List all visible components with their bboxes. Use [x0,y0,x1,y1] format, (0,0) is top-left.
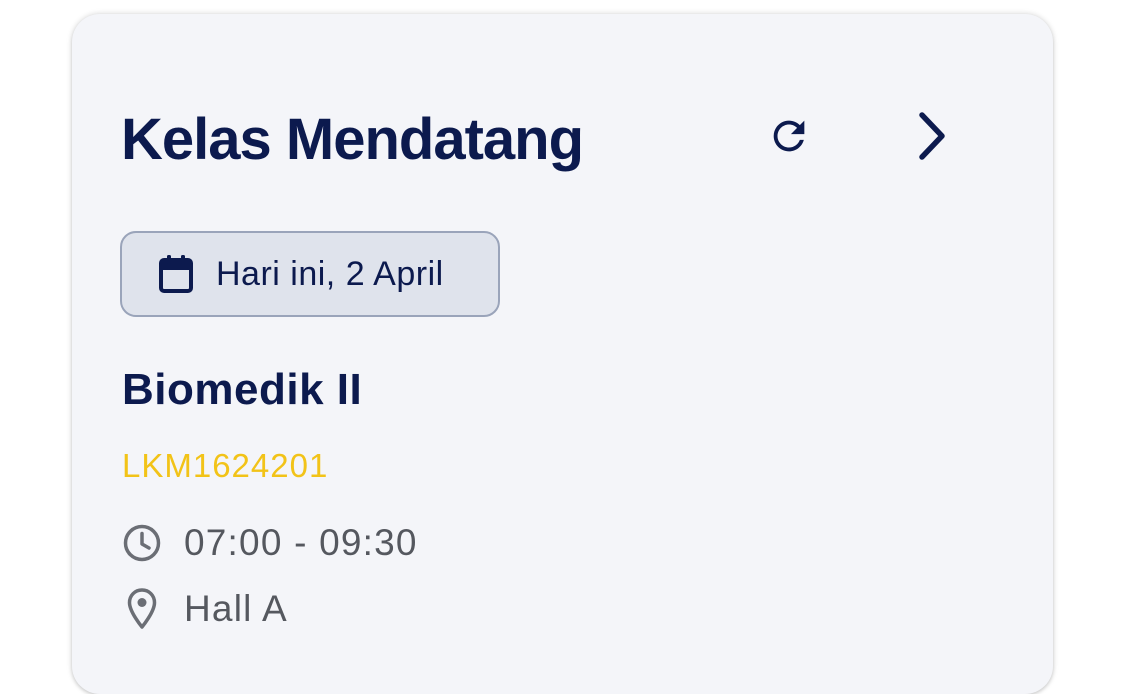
chevron-right-icon [919,112,945,160]
refresh-button[interactable] [757,104,821,168]
calendar-icon [158,254,194,294]
refresh-icon [773,120,805,152]
see-all-button[interactable] [900,104,964,168]
course-name: Biomedik II [122,365,363,414]
location-pin-icon [122,586,162,632]
class-time: 07:00 - 09:30 [184,522,418,563]
upcoming-classes-card: Kelas Mendatang Hari ini, 2 April Biomed… [72,14,1053,694]
class-location: Hall A [184,588,288,629]
clock-icon [122,520,162,566]
class-location-row: Hall A [122,586,288,632]
card-title: Kelas Mendatang [121,107,584,172]
date-chip-label: Hari ini, 2 April [216,254,444,293]
class-time-row: 07:00 - 09:30 [122,520,418,566]
date-filter-chip[interactable]: Hari ini, 2 April [120,231,500,317]
course-code: LKM1624201 [122,447,329,484]
